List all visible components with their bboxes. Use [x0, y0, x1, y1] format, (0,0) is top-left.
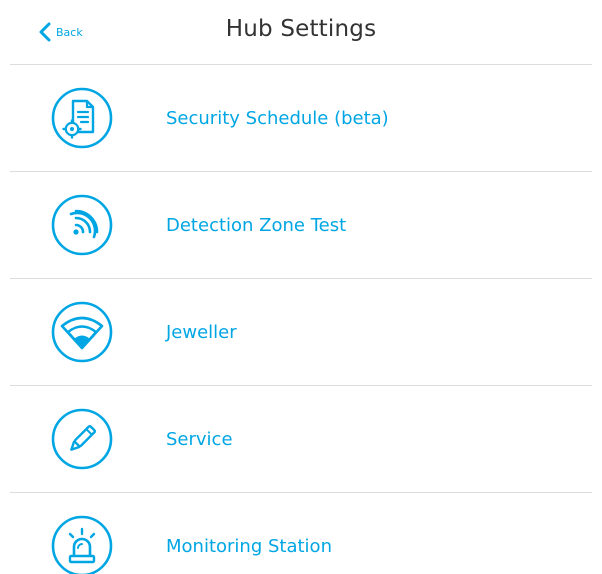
menu-item-label: Jeweller: [166, 321, 237, 343]
menu-item-label: Monitoring Station: [166, 535, 332, 557]
menu-item-monitoring-station[interactable]: Monitoring Station: [10, 493, 592, 574]
schedule-document-gear-icon: [50, 86, 114, 150]
menu-item-detection-zone-test[interactable]: Detection Zone Test: [10, 172, 592, 278]
alarm-siren-icon: [50, 514, 114, 574]
hub-settings-screen: Back Hub Settings Security Schedule (bet…: [0, 0, 602, 574]
nav-header: Back Hub Settings: [0, 0, 602, 64]
settings-menu: Security Schedule (beta) Detection Zone …: [10, 64, 592, 574]
menu-item-service[interactable]: Service: [10, 386, 592, 492]
menu-item-security-schedule[interactable]: Security Schedule (beta): [10, 65, 592, 171]
menu-item-label: Service: [166, 428, 233, 450]
signal-waves-icon: [50, 193, 114, 257]
pencil-icon: [50, 407, 114, 471]
menu-item-jeweller[interactable]: Jeweller: [10, 279, 592, 385]
page-title: Hub Settings: [225, 16, 377, 42]
menu-item-label: Detection Zone Test: [166, 214, 347, 236]
wifi-signal-icon: [50, 300, 114, 364]
menu-item-label: Security Schedule (beta): [166, 107, 389, 129]
